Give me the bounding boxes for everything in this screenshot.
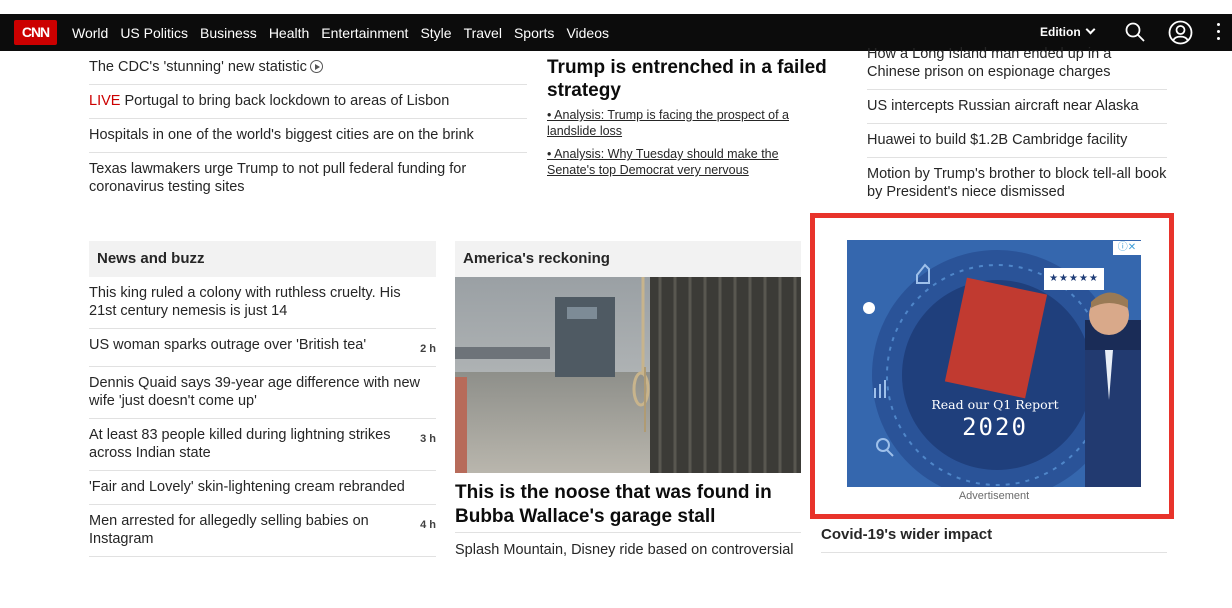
list-item[interactable]: How a Long Island man ended up in a Chin… — [867, 45, 1167, 90]
ad-report-text: Read our Q1 Report — [931, 397, 1059, 412]
time-ago-label: 4 h — [420, 519, 436, 531]
garage-stall-image — [455, 277, 801, 473]
headline-text: At least 83 people killed during lightni… — [89, 427, 391, 461]
nav-item-entertainment[interactable]: Entertainment — [321, 25, 408, 41]
headline-text: Portugal to bring back lockdown to areas… — [120, 93, 450, 109]
americas-reckoning-heading[interactable]: America's reckoning — [455, 241, 801, 277]
lead-story-related-2[interactable]: • Analysis: Why Tuesday should make the … — [547, 146, 822, 178]
list-item[interactable]: Dennis Quaid says 39-year age difference… — [89, 367, 436, 419]
headline-text: This king ruled a colony with ruthless c… — [89, 285, 401, 319]
headline-text: 'Fair and Lovely' skin-lightening cream … — [89, 479, 405, 495]
headline-text: How a Long Island man ended up in a Chin… — [867, 46, 1112, 80]
headline-text: The CDC's 'stunning' new statistic — [89, 59, 307, 75]
headline-text: Texas lawmakers urge Trump to not pull f… — [89, 161, 467, 195]
splash-mountain-headline[interactable]: Splash Mountain, Disney ride based on co… — [455, 532, 801, 558]
headline-text: Hospitals in one of the world's biggest … — [89, 127, 474, 143]
list-item[interactable]: This king ruled a colony with ruthless c… — [89, 277, 436, 329]
nav-item-business[interactable]: Business — [200, 25, 257, 41]
nav-item-travel[interactable]: Travel — [464, 25, 502, 41]
user-account-icon[interactable] — [1168, 20, 1193, 45]
top-headlines-right: How a Long Island man ended up in a Chin… — [867, 45, 1167, 209]
list-item[interactable]: At least 83 people killed during lightni… — [89, 419, 436, 471]
news-and-buzz-list: This king ruled a colony with ruthless c… — [89, 277, 436, 557]
headline-text: Huawei to build $1.2B Cambridge facility — [867, 132, 1128, 148]
noose-photo[interactable] — [455, 277, 801, 473]
list-item[interactable]: Texas lawmakers urge Trump to not pull f… — [89, 153, 527, 204]
live-badge: LIVE — [89, 93, 121, 109]
list-item[interactable]: Motion by Trump's brother to block tell-… — [867, 158, 1167, 209]
main-nav: World US Politics Business Health Entert… — [72, 14, 621, 51]
covid-impact-heading[interactable]: Covid-19's wider impact — [821, 524, 1167, 553]
nav-item-style[interactable]: Style — [420, 25, 451, 41]
ad-year-text: 2020 — [962, 413, 1028, 441]
nav-item-sports[interactable]: Sports — [514, 25, 554, 41]
advertisement-banner[interactable]: ★★★★★ — [847, 240, 1141, 487]
list-item[interactable]: Hospitals in one of the world's biggest … — [89, 119, 527, 153]
list-item[interactable]: 'Fair and Lovely' skin-lightening cream … — [89, 471, 436, 505]
play-video-icon — [309, 60, 323, 73]
top-headlines-left: The CDC's 'stunning' new statistic LIVE … — [89, 51, 527, 204]
headline-text: US intercepts Russian aircraft near Alas… — [867, 98, 1139, 114]
advertisement-label: Advertisement — [958, 490, 1030, 502]
list-item[interactable]: US intercepts Russian aircraft near Alas… — [867, 90, 1167, 124]
time-ago-label: 2 h — [420, 343, 436, 355]
lead-story-title[interactable]: Trump is entrenched in a failed strategy — [547, 56, 857, 102]
headline-text: Motion by Trump's brother to block tell-… — [867, 166, 1167, 200]
news-and-buzz-heading[interactable]: News and buzz — [89, 241, 436, 277]
noose-story-headline[interactable]: This is the noose that was found in Bubb… — [455, 481, 805, 529]
time-ago-label: 3 h — [420, 433, 436, 445]
search-icon[interactable] — [1124, 21, 1146, 43]
nav-item-health[interactable]: Health — [269, 25, 309, 41]
nav-item-videos[interactable]: Videos — [566, 25, 609, 41]
list-item[interactable]: Men arrested for allegedly selling babie… — [89, 505, 436, 557]
nav-item-us-politics[interactable]: US Politics — [120, 25, 188, 41]
cnn-logo[interactable]: CNN — [14, 20, 57, 45]
list-item[interactable]: The CDC's 'stunning' new statistic — [89, 51, 527, 85]
nav-item-world[interactable]: World — [72, 25, 108, 41]
headline-text: Dennis Quaid says 39-year age difference… — [89, 375, 421, 409]
list-item[interactable]: Huawei to build $1.2B Cambridge facility — [867, 124, 1167, 158]
more-menu-icon[interactable] — [1216, 23, 1222, 43]
chevron-down-icon — [1085, 24, 1096, 35]
ad-choices-icon[interactable]: ⓘ✕ — [1113, 241, 1141, 255]
edition-label: Edition — [1040, 25, 1081, 39]
rating-stars: ★★★★★ — [1044, 268, 1104, 290]
headline-text: US woman sparks outrage over 'British te… — [89, 337, 367, 353]
headline-text: Men arrested for allegedly selling babie… — [89, 513, 369, 547]
list-item[interactable]: US woman sparks outrage over 'British te… — [89, 329, 436, 367]
lead-story-related-1[interactable]: • Analysis: Trump is facing the prospect… — [547, 107, 822, 139]
list-item[interactable]: LIVE Portugal to bring back lockdown to … — [89, 85, 527, 119]
